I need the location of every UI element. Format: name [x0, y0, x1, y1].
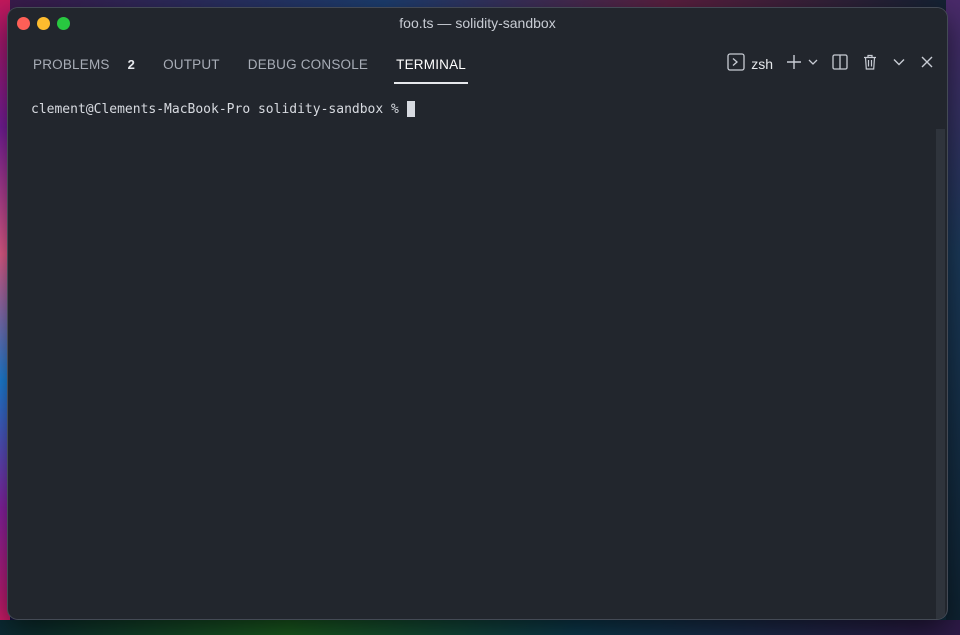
terminal-prompt-line: clement@Clements-MacBook-Pro solidity-sa…: [31, 101, 415, 117]
tab-output[interactable]: OUTPUT: [163, 54, 220, 74]
titlebar: foo.ts — solidity-sandbox: [8, 8, 947, 38]
maximize-panel-button[interactable]: [891, 53, 907, 75]
close-icon: [919, 54, 935, 75]
tab-output-label: OUTPUT: [163, 56, 220, 72]
terminal-icon: [727, 52, 745, 76]
terminal-cursor: [406, 101, 415, 117]
terminal-prompt: clement@Clements-MacBook-Pro solidity-sa…: [31, 101, 399, 117]
panel-header: PROBLEMS 2 OUTPUT DEBUG CONSOLE TERMINAL: [8, 38, 947, 84]
close-panel-button[interactable]: [919, 53, 935, 75]
plus-icon: [785, 53, 803, 76]
split-terminal-button[interactable]: [831, 53, 849, 75]
terminal-scrollbar[interactable]: [936, 129, 945, 619]
split-icon: [831, 53, 849, 76]
trash-icon: [861, 53, 879, 76]
window-title: foo.ts — solidity-sandbox: [399, 15, 556, 31]
chevron-down-icon: [891, 54, 907, 75]
shell-name: zsh: [751, 56, 773, 72]
kill-terminal-button[interactable]: [861, 53, 879, 75]
editor-window: foo.ts — solidity-sandbox PROBLEMS 2 OUT…: [8, 8, 947, 619]
panel-actions: zsh: [715, 52, 935, 76]
tab-problems[interactable]: PROBLEMS 2: [33, 54, 135, 74]
tab-debug-console[interactable]: DEBUG CONSOLE: [248, 54, 368, 74]
new-terminal-button[interactable]: [785, 53, 819, 75]
chevron-down-icon[interactable]: [807, 55, 819, 73]
tab-terminal[interactable]: TERMINAL: [394, 54, 468, 84]
problems-count-badge: 2: [127, 56, 136, 72]
desktop-background-bottom: [0, 620, 960, 635]
tab-problems-label: PROBLEMS: [33, 56, 110, 72]
terminal-shell-selector[interactable]: zsh: [727, 52, 773, 76]
desktop-background-right: [946, 0, 960, 635]
panel-tabs: PROBLEMS 2 OUTPUT DEBUG CONSOLE TERMINAL: [33, 54, 494, 84]
terminal-area[interactable]: clement@Clements-MacBook-Pro solidity-sa…: [8, 84, 947, 619]
tab-terminal-label: TERMINAL: [396, 56, 467, 72]
tab-debug-console-label: DEBUG CONSOLE: [247, 56, 369, 72]
